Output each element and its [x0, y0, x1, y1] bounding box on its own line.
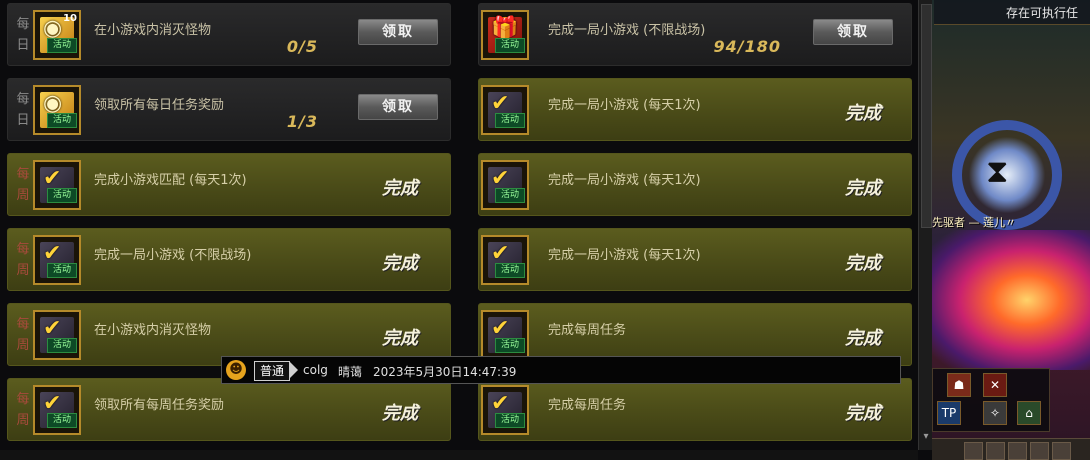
task-row: ✔ 活动 完成每周任务 完成: [478, 378, 912, 441]
gold-activity-icon: ◉ 活动: [33, 85, 81, 135]
task-progress: 1/3: [286, 112, 318, 131]
task-title: 完成一局小游戏 (不限战场): [94, 248, 252, 263]
task-row: ✔ 活动 完成一局小游戏 (每天1次) 完成: [478, 78, 912, 141]
task-list-scrollbar[interactable]: ▾: [918, 0, 933, 450]
chat-arrow-icon: [290, 362, 298, 378]
task-row: ✔ 活动 完成一局小游戏 (每天1次) 完成: [478, 228, 912, 291]
task-frequency: 每日: [16, 92, 30, 128]
task-frequency: 每周: [16, 167, 30, 203]
game-scene: 存在可执行任 ⧗ 先驱者 — 莲儿〃 ☗ ✕ TP ✧ ⌂: [932, 0, 1090, 460]
task-row: 每周 ✔ 活动 领取所有每周任务奖励 完成: [7, 378, 451, 441]
activity-badge: 活动: [495, 113, 525, 128]
activity-badge: 活动: [47, 113, 77, 128]
fire-skill-icon[interactable]: ☗: [947, 373, 971, 397]
completed-label: 完成: [382, 253, 418, 274]
task-frequency: 每周: [16, 317, 30, 353]
activity-badge: 活动: [47, 188, 77, 203]
task-title: 在小游戏内消灭怪物: [94, 23, 212, 38]
quickslot[interactable]: [1008, 442, 1027, 460]
checkmark-activity-icon: ✔ 活动: [481, 385, 529, 435]
quickslot[interactable]: [1052, 442, 1071, 460]
quickslot[interactable]: [986, 442, 1005, 460]
activity-badge: 活动: [495, 188, 525, 203]
icon-count: 10: [63, 13, 77, 24]
activity-badge: 活动: [495, 338, 525, 353]
chat-timestamp: 2023年5月30日14:47:39: [373, 365, 517, 379]
checkmark-activity-icon: ✔ 活动: [481, 235, 529, 285]
quickslot[interactable]: [964, 442, 983, 460]
task-title: 完成一局小游戏 (每天1次): [548, 248, 701, 263]
task-row: 每日 ◉ 10 活动 在小游戏内消灭怪物 0/5 领取: [7, 3, 451, 66]
checkmark-activity-icon: ✔ 活动: [33, 235, 81, 285]
task-title: 完成每周任务: [548, 398, 627, 413]
task-title: 完成一局小游戏 (每天1次): [548, 173, 701, 188]
task-title: 完成每周任务: [548, 323, 627, 338]
completed-label: 完成: [845, 103, 881, 124]
checkmark-activity-icon: ✔ 活动: [33, 385, 81, 435]
task-frequency: 每日: [16, 17, 30, 53]
activity-badge: 活动: [47, 38, 77, 53]
checkmark-activity-icon: ✔ 活动: [481, 85, 529, 135]
task-title: 完成小游戏匹配 (每天1次): [94, 173, 247, 188]
bottom-strip: [0, 450, 918, 460]
player-avatar-icon: ☻: [226, 360, 246, 380]
task-row: 每周 ✔ 活动 完成小游戏匹配 (每天1次) 完成: [7, 153, 451, 216]
checkmark-activity-icon: ✔ 活动: [481, 160, 529, 210]
scrollbar-thumb[interactable]: [921, 4, 932, 228]
skill-bar: ☗ ✕ TP ✧ ⌂: [932, 368, 1050, 432]
task-title: 领取所有每日任务奖励: [94, 98, 225, 113]
activity-badge: 活动: [47, 413, 77, 428]
game-window: 每日 ◉ 10 活动 在小游戏内消灭怪物 0/5 领取 每日 ◉ 活动 领取所有每日任务奖励 1/3 领…: [0, 0, 1090, 460]
task-row: 每周 ✔ 活动 完成一局小游戏 (不限战场) 完成: [7, 228, 451, 291]
chat-text: 晴蔼: [338, 365, 363, 379]
task-progress: 94/180: [713, 37, 781, 56]
potion-icon[interactable]: ✧: [983, 401, 1007, 425]
cross-skill-icon[interactable]: ✕: [983, 373, 1007, 397]
checkmark-activity-icon: ✔ 活动: [33, 160, 81, 210]
chat-message: ☻ 普通 colg 晴蔼 2023年5月30日14:47:39: [221, 356, 901, 384]
checkmark-activity-icon: ✔ 活动: [33, 310, 81, 360]
task-title: 完成一局小游戏 (不限战场): [548, 23, 706, 38]
quest-notice[interactable]: 存在可执行任: [934, 0, 1090, 25]
completed-label: 完成: [845, 253, 881, 274]
activity-badge: 活动: [495, 263, 525, 278]
completed-label: 完成: [382, 178, 418, 199]
teleport-icon[interactable]: TP: [937, 401, 961, 425]
task-row: 🎁 活动 完成一局小游戏 (不限战场) 94/180 领取: [478, 3, 912, 66]
skill-effect: [932, 230, 1090, 370]
activity-badge: 活动: [47, 263, 77, 278]
task-frequency: 每周: [16, 392, 30, 428]
task-frequency: 每周: [16, 242, 30, 278]
hourglass-icon: ⧗: [986, 152, 1009, 190]
claim-button[interactable]: 领取: [358, 94, 438, 120]
completed-label: 完成: [845, 178, 881, 199]
quickslot[interactable]: [1030, 442, 1049, 460]
task-title: 领取所有每周任务奖励: [94, 398, 225, 413]
checkmark-activity-icon: ✔ 活动: [481, 310, 529, 360]
task-row: 每日 ◉ 活动 领取所有每日任务奖励 1/3 领取: [7, 78, 451, 141]
task-row: ✔ 活动 完成一局小游戏 (每天1次) 完成: [478, 153, 912, 216]
quickslot-bar: [932, 438, 1090, 460]
gift-activity-icon: 🎁 活动: [481, 10, 529, 60]
activity-badge: 活动: [495, 413, 525, 428]
completed-label: 完成: [845, 403, 881, 424]
quest-notice-text: 存在可执行任: [1006, 6, 1079, 20]
task-title: 完成一局小游戏 (每天1次): [548, 98, 701, 113]
claim-button[interactable]: 领取: [813, 19, 893, 45]
activity-badge: 活动: [47, 338, 77, 353]
player-name: 先驱者 — 莲儿〃: [932, 216, 1016, 229]
completed-label: 完成: [382, 403, 418, 424]
completed-label: 完成: [845, 328, 881, 349]
scroll-down-arrow-icon[interactable]: ▾: [921, 430, 931, 444]
task-progress: 0/5: [286, 37, 318, 56]
claim-button[interactable]: 领取: [358, 19, 438, 45]
chat-username[interactable]: colg: [303, 363, 328, 377]
home-icon[interactable]: ⌂: [1017, 401, 1041, 425]
task-title: 在小游戏内消灭怪物: [94, 323, 212, 338]
completed-label: 完成: [382, 328, 418, 349]
gold-activity-icon: ◉ 10 活动: [33, 10, 81, 60]
chat-channel-tag[interactable]: 普通: [254, 361, 291, 381]
activity-badge: 活动: [495, 38, 525, 53]
